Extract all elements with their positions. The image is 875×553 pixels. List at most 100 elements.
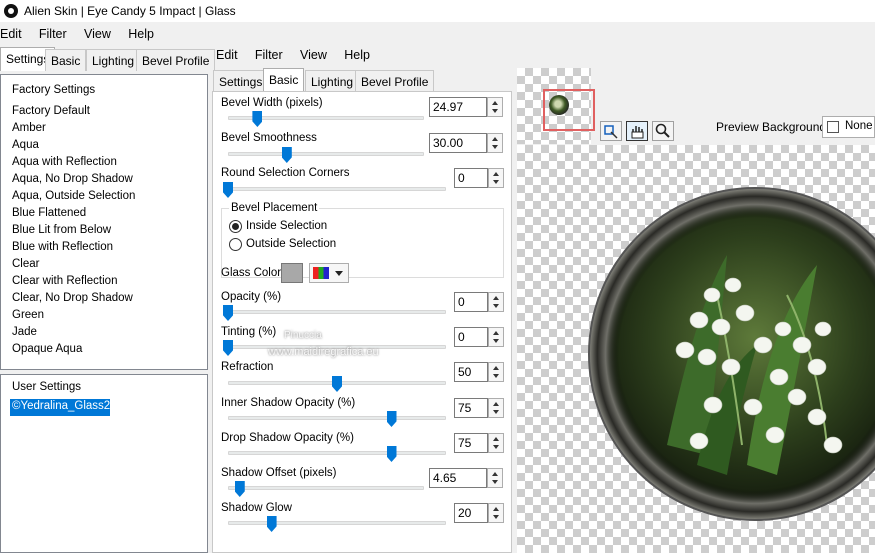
list-item[interactable]: Green [12, 309, 44, 321]
color-picker-button[interactable] [309, 263, 349, 283]
shadow-glow-slider[interactable] [266, 516, 277, 532]
outside-selection-label[interactable]: Outside Selection [246, 238, 336, 250]
outside-selection-radio[interactable] [229, 238, 242, 251]
round-corners-input[interactable]: 0 [454, 168, 488, 188]
tab-lighting[interactable]: Lighting [86, 49, 141, 71]
preview-canvas[interactable] [517, 145, 875, 553]
tinting-input[interactable]: 0 [454, 327, 488, 347]
drop-shadow-opacity-track[interactable] [228, 451, 446, 455]
round-corners-track[interactable] [228, 187, 446, 191]
inner-shadow-opacity-track[interactable] [228, 416, 446, 420]
menu-edit[interactable]: Edit [0, 27, 22, 41]
glass-color-swatch[interactable] [281, 263, 303, 283]
factory-settings-list[interactable]: Factory Settings Factory Default Amber A… [0, 74, 208, 370]
left-tab-strip: Settings Basic Lighting Bevel Profile [0, 47, 216, 71]
inner-shadow-opacity-spinner[interactable] [488, 398, 504, 418]
shadow-glow-track[interactable] [228, 521, 446, 525]
list-item[interactable]: Aqua, Outside Selection [12, 190, 135, 202]
bevel-width-slider[interactable] [252, 111, 263, 127]
opacity-input[interactable]: 0 [454, 292, 488, 312]
user-setting-selected[interactable]: ©Yedralina_Glass2 [10, 399, 110, 416]
bevel-width-label: Bevel Width (pixels) [221, 97, 323, 109]
menu-filter[interactable]: Filter [255, 48, 283, 62]
opacity-slider[interactable] [223, 305, 233, 321]
zoom-tool-button[interactable] [652, 121, 674, 141]
tab-bevel-profile[interactable]: Bevel Profile [355, 70, 435, 92]
preview-panel: Preview Background: None [512, 68, 875, 553]
opacity-track[interactable] [228, 310, 446, 314]
drop-shadow-opacity-input[interactable]: 75 [454, 433, 488, 453]
hand-tool-button[interactable] [626, 121, 648, 141]
drop-shadow-opacity-spinner[interactable] [488, 433, 504, 453]
shadow-offset-track[interactable] [228, 486, 424, 490]
menu-help[interactable]: Help [344, 48, 370, 62]
bevel-smoothness-track[interactable] [228, 152, 424, 156]
shadow-glow-input[interactable]: 20 [454, 503, 488, 523]
tab-lighting[interactable]: Lighting [305, 70, 360, 92]
round-corners-spinner[interactable] [488, 168, 504, 188]
round-corners-slider[interactable] [223, 182, 233, 198]
inside-selection-label[interactable]: Inside Selection [246, 220, 327, 232]
refraction-input[interactable]: 50 [454, 362, 488, 382]
tab-basic[interactable]: Basic [263, 68, 305, 92]
list-item[interactable]: Opaque Aqua [12, 343, 82, 355]
list-item[interactable]: Jade [12, 326, 37, 338]
shadow-offset-slider[interactable] [234, 481, 245, 497]
user-settings-header: User Settings [12, 381, 82, 393]
user-settings-list[interactable]: User Settings ©Yedralina_Glass2 [0, 374, 208, 553]
tab-bevel-profile[interactable]: Bevel Profile [136, 49, 216, 71]
refraction-spinner[interactable] [488, 362, 504, 382]
menu-help[interactable]: Help [128, 27, 154, 41]
opacity-spinner[interactable] [488, 292, 504, 312]
list-item[interactable]: Clear [12, 258, 39, 270]
bevel-smoothness-spinner[interactable] [487, 133, 503, 153]
navigator-tool-button[interactable] [600, 121, 622, 141]
tab-settings[interactable]: Settings [213, 70, 269, 92]
bevel-width-input[interactable]: 24.97 [429, 97, 487, 117]
shadow-glow-spinner[interactable] [488, 503, 504, 523]
menu-filter[interactable]: Filter [39, 27, 67, 41]
bevel-width-spinner[interactable] [487, 97, 503, 117]
list-item[interactable]: Blue Flattened [12, 207, 86, 219]
inner-shadow-opacity-slider[interactable] [386, 411, 397, 427]
menu-view[interactable]: View [84, 27, 111, 41]
inner-shadow-opacity-input[interactable]: 75 [454, 398, 488, 418]
center-panel: Settings Basic Lighting Bevel Profile Be… [212, 68, 512, 553]
tinting-slider[interactable] [223, 340, 233, 356]
list-item[interactable]: Aqua [12, 139, 39, 151]
tab-basic[interactable]: Basic [45, 49, 87, 71]
list-item[interactable]: Clear with Reflection [12, 275, 117, 287]
window-title: Alien Skin | Eye Candy 5 Impact | Glass [24, 4, 236, 18]
shadow-offset-spinner[interactable] [487, 468, 503, 488]
list-item[interactable]: Factory Default [12, 105, 90, 117]
navigator-thumbnail[interactable] [517, 68, 595, 144]
menu-edit[interactable]: Edit [216, 48, 238, 62]
bevel-smoothness-input[interactable]: 30.00 [429, 133, 487, 153]
bevel-smoothness-slider[interactable] [281, 147, 292, 163]
list-item[interactable]: Blue with Reflection [12, 241, 113, 253]
refraction-label: Refraction [221, 361, 274, 373]
preview-background-select[interactable]: None [822, 116, 875, 138]
preview-image [588, 187, 875, 521]
refraction-slider[interactable] [332, 376, 342, 392]
shadow-offset-input[interactable]: 4.65 [429, 468, 487, 488]
watermark-name: Pinuccia [284, 330, 322, 341]
preview-background-label: Preview Background: [716, 120, 830, 134]
inner-shadow-opacity-label: Inner Shadow Opacity (%) [221, 397, 356, 409]
menu-bar-left: Edit Filter View Help [0, 27, 168, 47]
tinting-spinner[interactable] [488, 327, 504, 347]
list-item[interactable]: Clear, No Drop Shadow [12, 292, 133, 304]
list-item[interactable]: Aqua with Reflection [12, 156, 117, 168]
preview-background-value: None [845, 120, 873, 132]
hand-icon [631, 126, 644, 139]
opacity-label: Opacity (%) [221, 291, 282, 303]
app-icon [4, 4, 18, 18]
list-item[interactable]: Blue Lit from Below [12, 224, 111, 236]
bevel-placement-label: Bevel Placement [229, 202, 320, 214]
list-item[interactable]: Aqua, No Drop Shadow [12, 173, 133, 185]
list-item[interactable]: Amber [12, 122, 46, 134]
inside-selection-radio[interactable] [229, 220, 242, 233]
menu-view[interactable]: View [300, 48, 327, 62]
drop-shadow-opacity-slider[interactable] [386, 446, 397, 462]
swatch-icon [827, 121, 839, 133]
